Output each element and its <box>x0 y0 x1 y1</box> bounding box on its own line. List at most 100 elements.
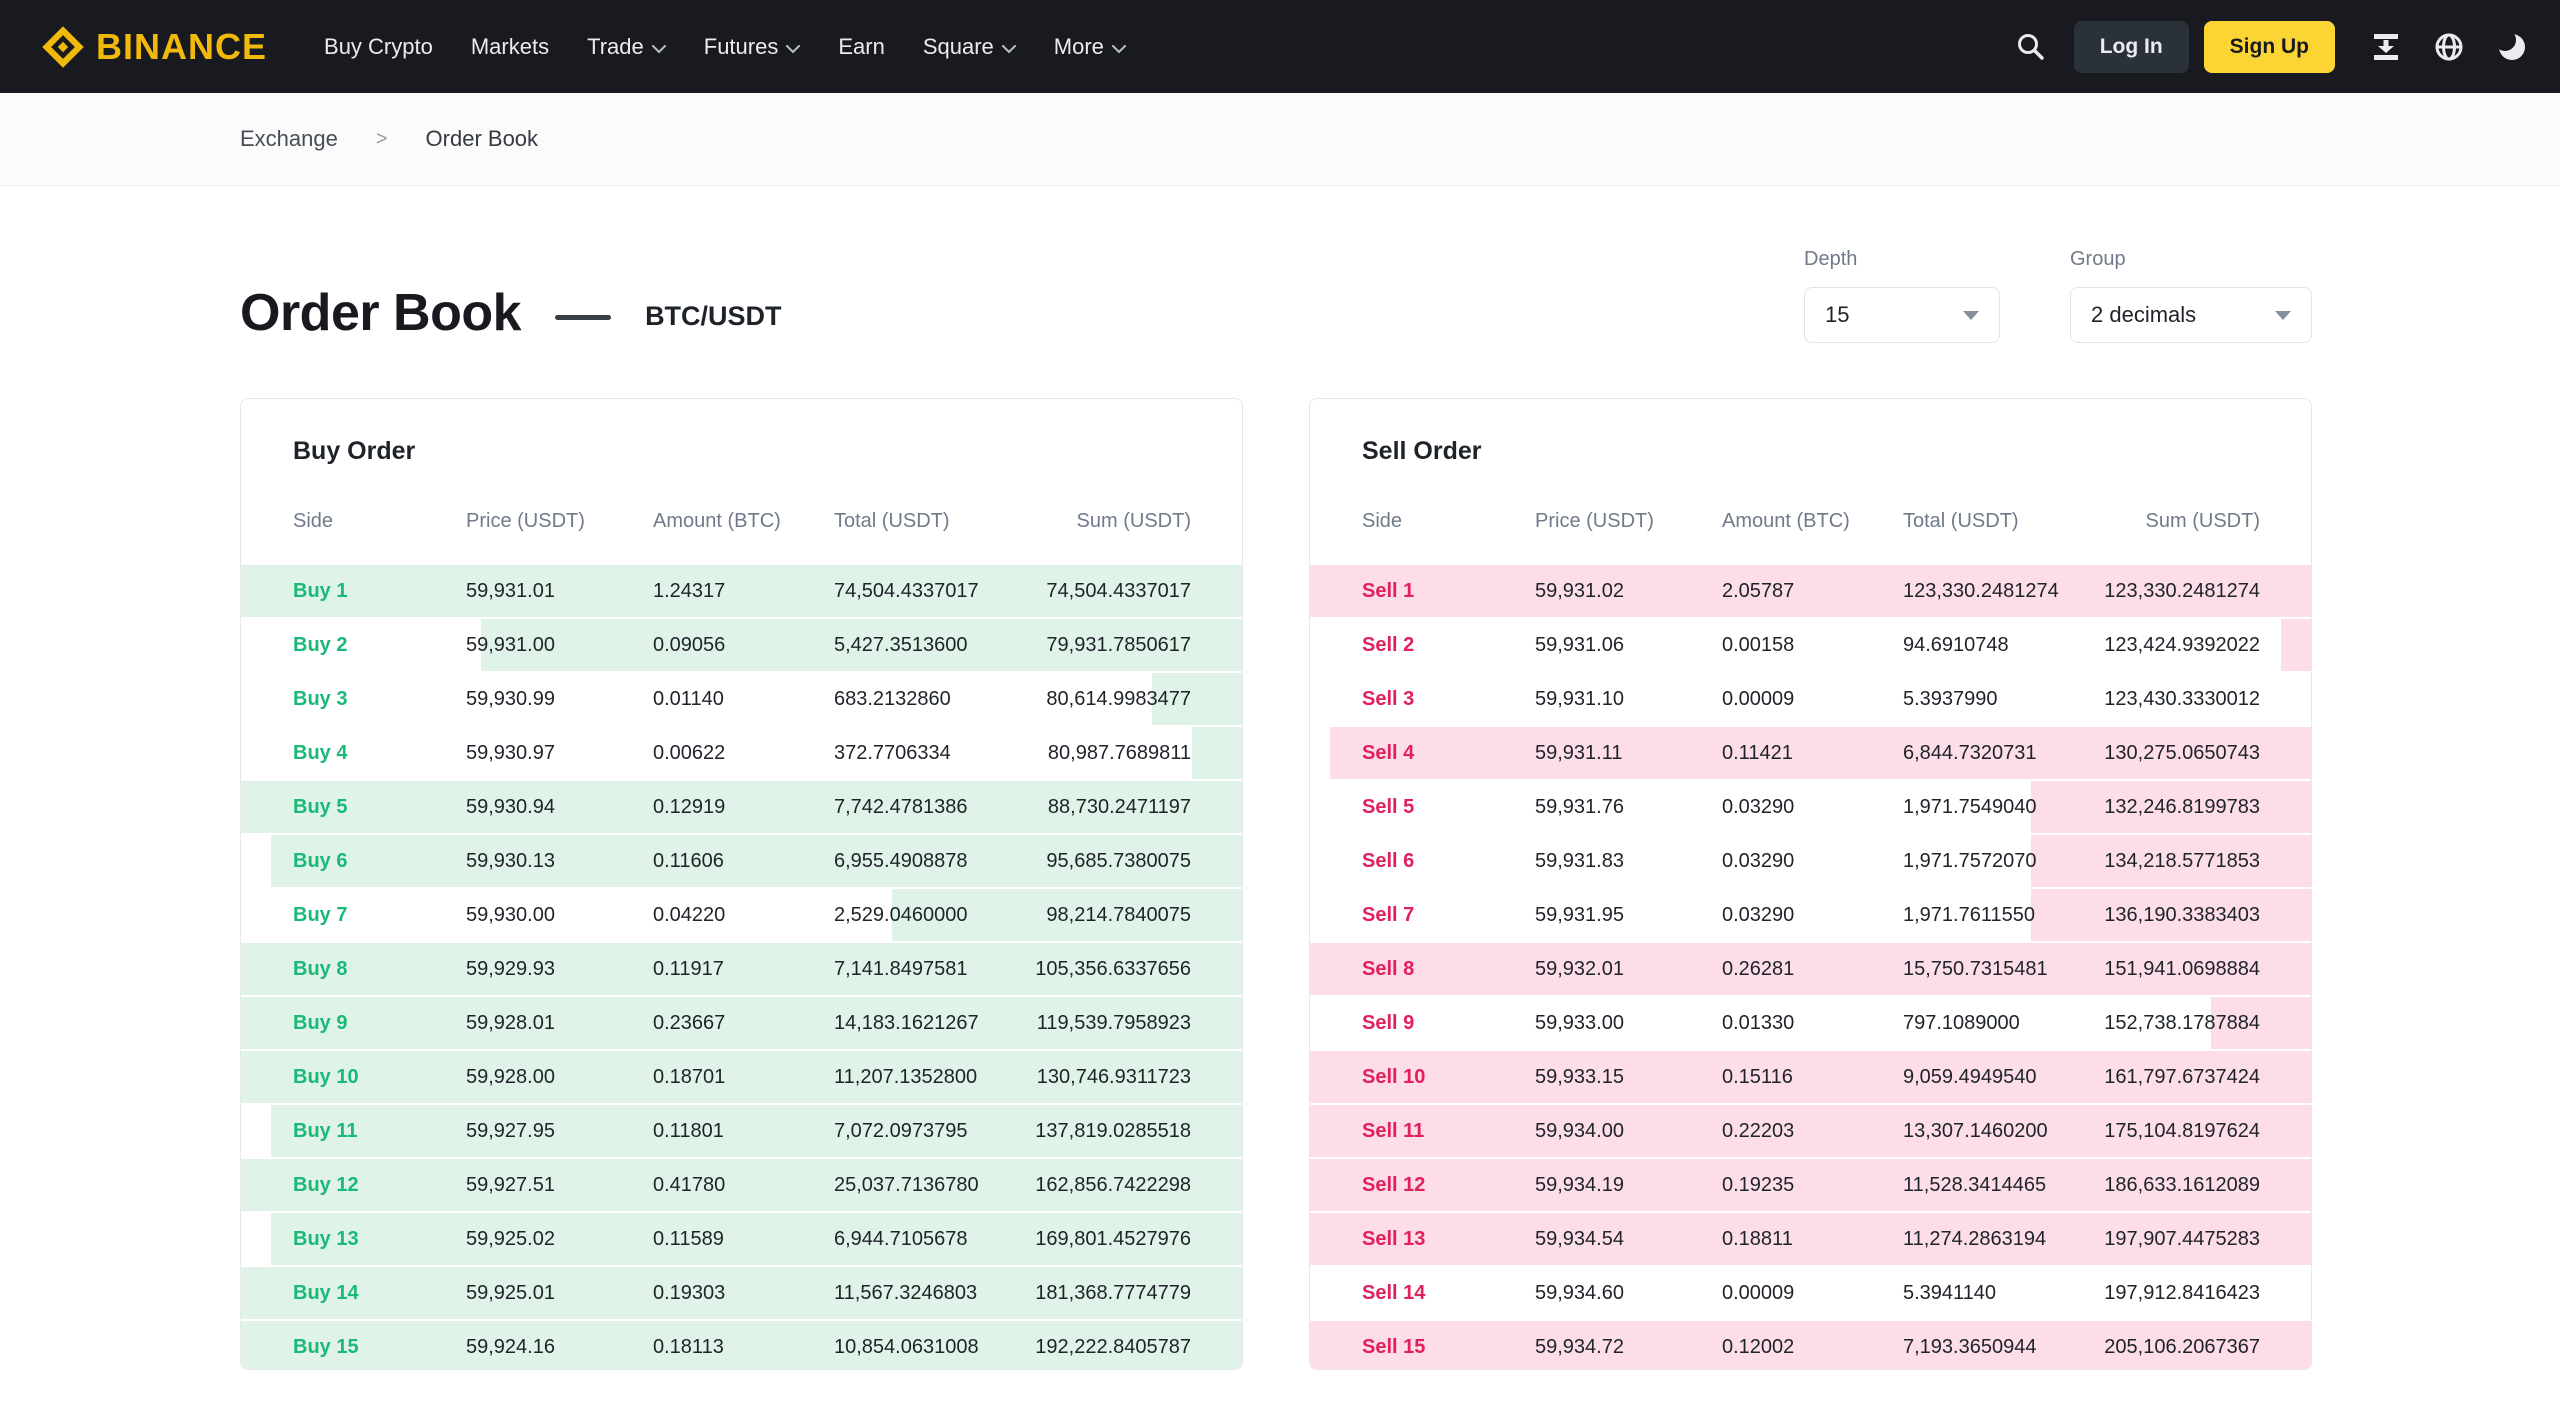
buy-row-amount: 0.11589 <box>653 1228 834 1251</box>
sell-row-sum: 123,424.9392022 <box>2103 634 2260 657</box>
breadcrumb-exchange[interactable]: Exchange <box>240 126 338 152</box>
language-globe-icon[interactable] <box>2425 23 2473 71</box>
depth-bar <box>1192 727 1242 779</box>
buy-order-card: Buy Order Side Price (USDT) Amount (BTC)… <box>240 398 1243 1370</box>
login-button[interactable]: Log In <box>2074 21 2189 73</box>
sell-row-total: 6,844.7320731 <box>1903 742 2103 765</box>
nav-item-more[interactable]: More <box>1035 34 1145 60</box>
sell-row-total: 94.6910748 <box>1903 634 2103 657</box>
sell-row-price: 59,932.01 <box>1535 958 1722 981</box>
buy-row-total: 11,207.1352800 <box>834 1066 1034 1089</box>
buy-row-amount: 0.18113 <box>653 1336 834 1359</box>
sell-row-price: 59,931.83 <box>1535 850 1722 873</box>
buy-order-row: Buy 1459,925.010.1930311,567.3246803181,… <box>241 1267 1242 1319</box>
buy-row-amount: 0.11606 <box>653 850 834 873</box>
buy-row-total: 372.7706334 <box>834 742 1034 765</box>
buy-row-amount: 0.12919 <box>653 796 834 819</box>
sell-row-total: 1,971.7549040 <box>1903 796 2103 819</box>
depth-select[interactable]: 15 <box>1804 287 2000 343</box>
buy-row-price: 59,928.01 <box>466 1012 653 1035</box>
buy-row-sum: 192,222.8405787 <box>1034 1336 1191 1359</box>
nav-item-markets[interactable]: Markets <box>452 34 568 60</box>
buy-row-amount: 0.18701 <box>653 1066 834 1089</box>
nav-item-buy-crypto[interactable]: Buy Crypto <box>305 34 452 60</box>
buy-row-sum: 169,801.4527976 <box>1034 1228 1191 1251</box>
download-app-icon[interactable] <box>2362 23 2410 71</box>
binance-logo[interactable]: BINANCE <box>42 26 267 68</box>
sell-order-row: Sell 1359,934.540.1881111,274.2863194197… <box>1310 1213 2311 1265</box>
buy-row-side: Buy 10 <box>293 1066 466 1089</box>
sell-row-total: 797.1089000 <box>1903 1012 2103 1035</box>
sell-row-price: 59,931.06 <box>1535 634 1722 657</box>
buy-row-price: 59,929.93 <box>466 958 653 981</box>
buy-order-row: Buy 659,930.130.116066,955.490887895,685… <box>241 835 1242 887</box>
buy-row-price: 59,924.16 <box>466 1336 653 1359</box>
sell-row-amount: 2.05787 <box>1722 580 1903 603</box>
nav-item-futures[interactable]: Futures <box>685 34 820 60</box>
caret-down-icon <box>1963 311 1979 320</box>
sell-row-price: 59,934.72 <box>1535 1336 1722 1359</box>
nav-item-earn[interactable]: Earn <box>819 34 903 60</box>
search-icon[interactable] <box>2007 23 2055 71</box>
sell-row-sum: 175,104.8197624 <box>2103 1120 2260 1143</box>
top-nav: BINANCE Buy Crypto Markets Trade Futures… <box>0 0 2560 93</box>
sell-row-sum: 132,246.8199783 <box>2103 796 2260 819</box>
sell-row-total: 1,971.7611550 <box>1903 904 2103 927</box>
buy-order-row: Buy 859,929.930.119177,141.8497581105,35… <box>241 943 1242 995</box>
sell-row-amount: 0.03290 <box>1722 904 1903 927</box>
sell-row-price: 59,934.19 <box>1535 1174 1722 1197</box>
buy-row-total: 6,944.7105678 <box>834 1228 1034 1251</box>
binance-logo-icon <box>42 26 84 68</box>
buy-order-row: Buy 159,931.011.2431774,504.433701774,50… <box>241 565 1242 617</box>
sell-row-side: Sell 8 <box>1362 958 1535 981</box>
sell-order-row: Sell 259,931.060.0015894.6910748123,424.… <box>1310 619 2311 671</box>
sell-order-row: Sell 1159,934.000.2220313,307.1460200175… <box>1310 1105 2311 1157</box>
sell-row-price: 59,934.60 <box>1535 1282 1722 1305</box>
breadcrumb-separator: > <box>376 128 388 151</box>
sell-row-amount: 0.00158 <box>1722 634 1903 657</box>
sell-row-amount: 0.03290 <box>1722 850 1903 873</box>
buy-order-row: Buy 1359,925.020.115896,944.7105678169,8… <box>241 1213 1242 1265</box>
group-select[interactable]: 2 decimals <box>2070 287 2312 343</box>
sell-row-side: Sell 13 <box>1362 1228 1535 1251</box>
breadcrumb-order-book: Order Book <box>426 126 539 152</box>
depth-bar <box>2281 619 2311 671</box>
caret-down-icon <box>2275 311 2291 320</box>
sell-order-row: Sell 1559,934.720.120027,193.3650944205,… <box>1310 1321 2311 1370</box>
nav-item-trade[interactable]: Trade <box>568 34 685 60</box>
main-menu: Buy Crypto Markets Trade Futures Earn Sq… <box>305 34 1145 60</box>
buy-row-total: 5,427.3513600 <box>834 634 1034 657</box>
buy-row-side: Buy 11 <box>293 1120 466 1143</box>
sell-row-amount: 0.01330 <box>1722 1012 1903 1035</box>
buy-row-amount: 0.01140 <box>653 688 834 711</box>
sell-row-side: Sell 4 <box>1362 742 1535 765</box>
sell-row-side: Sell 2 <box>1362 634 1535 657</box>
brand-wordmark: BINANCE <box>96 26 267 68</box>
sell-row-price: 59,933.00 <box>1535 1012 1722 1035</box>
sell-order-row: Sell 659,931.830.032901,971.7572070134,2… <box>1310 835 2311 887</box>
buy-row-amount: 1.24317 <box>653 580 834 603</box>
sell-row-side: Sell 9 <box>1362 1012 1535 1035</box>
sell-row-total: 15,750.7315481 <box>1903 958 2103 981</box>
sell-row-price: 59,931.95 <box>1535 904 1722 927</box>
buy-order-row: Buy 759,930.000.042202,529.046000098,214… <box>241 889 1242 941</box>
buy-order-rows: Buy 159,931.011.2431774,504.433701774,50… <box>241 565 1242 1370</box>
theme-moon-icon[interactable] <box>2488 23 2536 71</box>
signup-button[interactable]: Sign Up <box>2204 21 2335 73</box>
column-header-amount: Amount (BTC) <box>1722 510 1903 533</box>
buy-order-title: Buy Order <box>293 437 1242 466</box>
depth-label: Depth <box>1804 248 2000 271</box>
group-select-value: 2 decimals <box>2091 302 2196 328</box>
chevron-down-icon <box>652 34 666 60</box>
buy-row-total: 683.2132860 <box>834 688 1034 711</box>
sell-order-row: Sell 1059,933.150.151169,059.4949540161,… <box>1310 1051 2311 1103</box>
sell-row-amount: 0.00009 <box>1722 1282 1903 1305</box>
sell-row-amount: 0.03290 <box>1722 796 1903 819</box>
sell-row-side: Sell 1 <box>1362 580 1535 603</box>
sell-row-amount: 0.12002 <box>1722 1336 1903 1359</box>
buy-row-side: Buy 7 <box>293 904 466 927</box>
buy-row-total: 7,072.0973795 <box>834 1120 1034 1143</box>
sell-row-total: 5.3941140 <box>1903 1282 2103 1305</box>
nav-item-square[interactable]: Square <box>904 34 1035 60</box>
buy-order-row: Buy 959,928.010.2366714,183.1621267119,5… <box>241 997 1242 1049</box>
